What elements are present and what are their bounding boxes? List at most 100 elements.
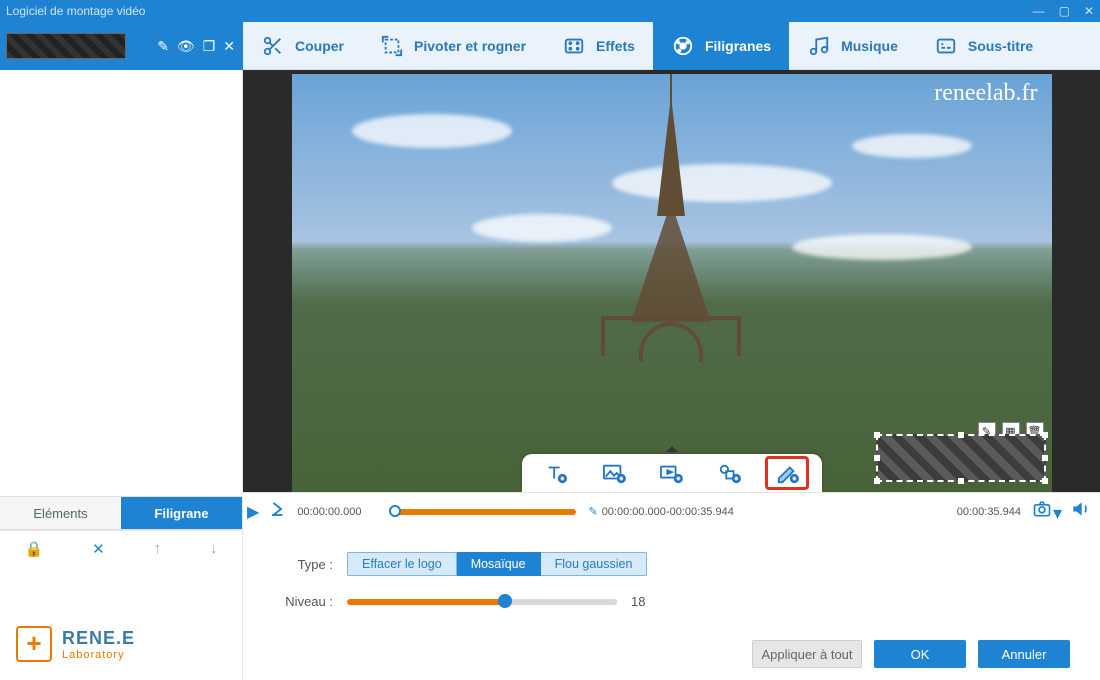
add-image-watermark-button[interactable] [594,458,634,488]
tab-rotate[interactable]: Pivoter et rogner [362,22,544,70]
delete-layer-icon[interactable]: ✕ [92,540,105,558]
music-icon [807,34,831,58]
tab-cut-label: Couper [295,38,344,54]
timeline-thumb[interactable] [389,505,401,517]
rotate-crop-icon [380,34,404,58]
resize-handle[interactable] [874,478,880,484]
window-close-icon[interactable]: ✕ [1084,4,1094,18]
cloud-decoration [472,214,612,242]
move-layer-down-icon[interactable]: ↓ [210,540,218,557]
subtitle-icon [934,34,958,58]
mosaic-selection-box[interactable] [876,434,1046,482]
side-tab-elements[interactable]: Eléments [0,497,121,529]
eiffel-tower-illustration [671,76,673,376]
titlebar: Logiciel de montage vidéo — ▢ ✕ [0,0,1100,22]
level-row: Niveau : 18 [273,594,1070,609]
add-video-watermark-button[interactable] [651,458,691,488]
apply-to-all-label: Appliquer à tout [761,647,852,662]
clip-thumbnail[interactable] [6,33,126,59]
level-value: 18 [631,594,645,609]
type-segment: Effacer le logo Mosaïque Flou gaussien [347,552,647,576]
clip-list-area [0,70,242,496]
resize-handle[interactable] [874,455,880,461]
type-row: Type : Effacer le logo Mosaïque Flou gau… [273,552,1070,576]
brand-name: RENE.E [62,628,135,649]
resize-handle[interactable] [1042,478,1048,484]
ok-label: OK [911,647,930,662]
export-frame-button[interactable] [269,500,287,523]
slider-rest [509,599,617,605]
tab-cut[interactable]: Couper [243,22,362,70]
resize-handle[interactable] [1042,432,1048,438]
toggle-visibility-icon[interactable]: 👁 [177,38,195,55]
tab-effects[interactable]: Effets [544,22,653,70]
slider-thumb[interactable] [498,594,512,608]
effects-icon [562,34,586,58]
level-label: Niveau : [273,594,333,609]
timeline-track[interactable] [389,509,576,515]
tab-subtitle[interactable]: Sous-titre [916,22,1051,70]
add-shape-watermark-button[interactable] [709,458,749,488]
apply-to-all-button[interactable]: Appliquer à tout [752,640,862,668]
tool-tabs: Couper Pivoter et rogner Effets Filigran… [243,22,1100,70]
timeline-range-text: 00:00:00.000-00:00:35.944 [602,506,734,518]
level-slider[interactable] [347,599,617,605]
snapshot-button[interactable]: ▾ [1031,499,1062,524]
option-erase-logo[interactable]: Effacer le logo [347,552,457,576]
duplicate-clip-icon[interactable]: ❐ [203,38,216,55]
watermark-tools-bar [522,454,822,492]
edit-range-icon[interactable]: ✎ [588,505,597,518]
video-preview[interactable]: reneelab.fr ✎ ▦ 🗑 [292,74,1052,492]
side-tab-watermark[interactable]: Filigrane [121,497,242,529]
resize-handle[interactable] [958,432,964,438]
remove-clip-icon[interactable]: ✕ [223,38,235,55]
layer-toolbar: 🔒 ✕ ↑ ↓ [0,530,242,566]
option-gauss-label: Flou gaussien [555,557,633,571]
cloud-decoration [852,134,972,158]
timeline-range: ✎ 00:00:00.000-00:00:35.944 [588,505,733,518]
window-maximize-icon[interactable]: ▢ [1059,4,1070,18]
add-text-watermark-button[interactable] [536,458,576,488]
move-layer-up-icon[interactable]: ↑ [154,540,162,557]
tab-rotate-label: Pivoter et rogner [414,38,526,54]
scissors-icon [261,34,285,58]
tab-subtitle-label: Sous-titre [968,38,1033,54]
preview-stage: reneelab.fr ✎ ▦ 🗑 [243,70,1100,492]
option-erase-label: Effacer le logo [362,557,442,571]
window-title: Logiciel de montage vidéo [6,4,145,18]
clip-header: ✎ 👁 ❐ ✕ [0,22,243,70]
brand-subtitle: Laboratory [62,649,135,661]
type-label: Type : [273,557,333,572]
resize-handle[interactable] [1042,455,1048,461]
tab-watermarks[interactable]: Filigranes [653,22,789,70]
tab-effects-label: Effets [596,38,635,54]
lock-layer-icon[interactable]: 🔒 [24,540,43,558]
option-gaussian-blur[interactable]: Flou gaussien [541,552,648,576]
cloud-decoration [792,234,972,260]
add-remove-logo-button[interactable] [767,458,807,488]
ok-button[interactable]: OK [874,640,966,668]
source-watermark-text: reneelab.fr [934,80,1037,107]
volume-button[interactable] [1070,499,1090,524]
side-tab-watermark-label: Filigrane [154,506,208,521]
timeline: ▶ 00:00:00.000 ✎ 00:00:00.000-00:00:35.9… [243,492,1100,530]
resize-handle[interactable] [874,432,880,438]
brand-logo-icon [16,626,52,662]
timeline-start-time: 00:00:00.000 [297,506,377,518]
timeline-end-time: 00:00:35.944 [933,506,1021,518]
cancel-button[interactable]: Annuler [978,640,1070,668]
cancel-label: Annuler [1002,647,1047,662]
side-tab-elements-label: Eléments [33,506,87,521]
option-mosaic[interactable]: Mosaïque [457,552,541,576]
tab-watermarks-label: Filigranes [705,38,771,54]
option-mosaic-label: Mosaïque [471,557,526,571]
cloud-decoration [352,114,512,148]
resize-handle[interactable] [958,478,964,484]
play-button[interactable]: ▶ [247,502,259,522]
dialog-footer: Appliquer à tout OK Annuler [273,640,1070,668]
watermark-icon [671,34,695,58]
cloud-decoration [612,164,832,202]
window-minimize-icon[interactable]: — [1033,4,1045,18]
edit-clip-icon[interactable]: ✎ [157,38,169,55]
tab-music[interactable]: Musique [789,22,916,70]
